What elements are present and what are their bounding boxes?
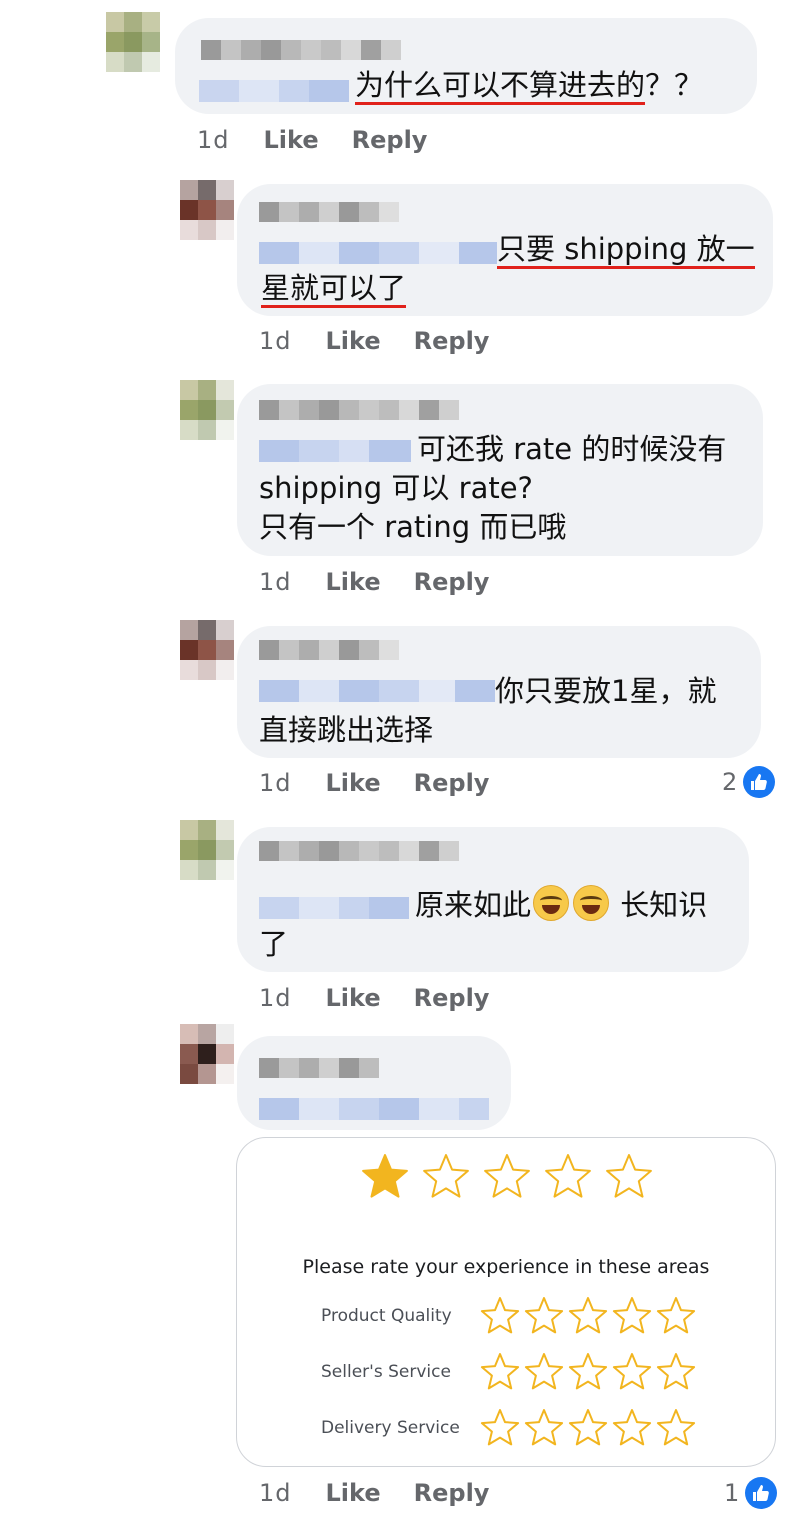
author-name-redacted[interactable] bbox=[259, 640, 399, 660]
comment-text: 你只要放1星，就 bbox=[495, 674, 717, 708]
timestamp[interactable]: 1d bbox=[259, 984, 292, 1012]
like-button[interactable]: Like bbox=[326, 984, 381, 1012]
reply-button[interactable]: Reply bbox=[414, 1479, 490, 1507]
thumbs-up-icon bbox=[743, 766, 776, 798]
comment-meta: 1d Like Reply bbox=[259, 567, 489, 597]
reply-button[interactable]: Reply bbox=[414, 769, 490, 797]
comment-bubble: 原来如此 长知识 了 bbox=[237, 827, 749, 972]
timestamp[interactable]: 1d bbox=[259, 1479, 292, 1507]
row2-star-2[interactable] bbox=[524, 1353, 564, 1390]
avatar[interactable] bbox=[180, 180, 234, 240]
timestamp[interactable]: 1d bbox=[259, 327, 292, 355]
row3-star-1[interactable] bbox=[480, 1409, 520, 1446]
row3-star-3[interactable] bbox=[568, 1409, 608, 1446]
row2-star-4[interactable] bbox=[612, 1353, 652, 1390]
reaction-count-value: 2 bbox=[722, 768, 738, 796]
comment-bubble bbox=[237, 1036, 511, 1130]
comment-bubble: 可还我 rate 的时候没有 shipping 可以 rate? 只有一个 ra… bbox=[237, 384, 763, 556]
comment-text: 原来如此 长知识 bbox=[415, 885, 707, 925]
like-button[interactable]: Like bbox=[326, 568, 381, 596]
avatar[interactable] bbox=[180, 620, 234, 680]
comment-meta: 1d Like Reply bbox=[259, 326, 489, 356]
reply-button[interactable]: Reply bbox=[414, 984, 490, 1012]
author-name-redacted[interactable] bbox=[259, 841, 459, 861]
mention-redacted[interactable] bbox=[259, 242, 497, 264]
author-name-redacted[interactable] bbox=[259, 1058, 379, 1078]
row2-star-5[interactable] bbox=[656, 1353, 696, 1390]
author-name-redacted[interactable] bbox=[201, 40, 401, 60]
row1-star-5[interactable] bbox=[656, 1297, 696, 1334]
category-rating-stars bbox=[480, 1297, 696, 1446]
comment-text: 直接跳出选择 bbox=[259, 713, 434, 747]
timestamp[interactable]: 1d bbox=[259, 769, 292, 797]
thumbs-up-icon bbox=[745, 1477, 778, 1509]
comment-text: 星就可以了 bbox=[261, 269, 407, 308]
comment-meta: 1d Like Reply bbox=[259, 1478, 489, 1508]
like-button[interactable]: Like bbox=[326, 1479, 381, 1507]
avatar[interactable] bbox=[180, 1024, 234, 1084]
mention-redacted[interactable] bbox=[259, 1098, 489, 1120]
row1-star-2[interactable] bbox=[524, 1297, 564, 1334]
reply-button[interactable]: Reply bbox=[414, 327, 490, 355]
row1-star-1[interactable] bbox=[480, 1297, 520, 1334]
reply-button[interactable]: Reply bbox=[352, 126, 428, 154]
comment-text: shipping 可以 rate? bbox=[259, 471, 533, 505]
reaction-count-value: 1 bbox=[724, 1479, 740, 1507]
like-button[interactable]: Like bbox=[264, 126, 319, 154]
grinning-squinting-face-icon bbox=[573, 885, 610, 921]
row2-star-1[interactable] bbox=[480, 1353, 520, 1390]
rating-screenshot-card[interactable]: Please rate your experience in these are… bbox=[236, 1137, 776, 1467]
mention-redacted[interactable] bbox=[259, 680, 495, 702]
like-button[interactable]: Like bbox=[326, 769, 381, 797]
author-name-redacted[interactable] bbox=[259, 400, 469, 420]
mention-redacted[interactable] bbox=[199, 80, 349, 102]
comment-text: 可还我 rate 的时候没有 bbox=[417, 432, 727, 466]
timestamp[interactable]: 1d bbox=[197, 126, 230, 154]
reply-button[interactable]: Reply bbox=[414, 568, 490, 596]
mention-redacted[interactable] bbox=[259, 440, 411, 462]
row3-star-5[interactable] bbox=[656, 1409, 696, 1446]
comment-text: 了 bbox=[259, 927, 289, 961]
reaction-count[interactable]: 1 bbox=[724, 1476, 778, 1510]
comment-text: 只有一个 rating 而已哦 bbox=[259, 510, 567, 544]
row2-star-3[interactable] bbox=[568, 1353, 608, 1390]
comment-bubble: 为什么可以不算进去的？？ bbox=[175, 18, 757, 114]
comment-text: 只要 shipping 放一 bbox=[497, 230, 755, 269]
avatar[interactable] bbox=[180, 380, 234, 440]
timestamp[interactable]: 1d bbox=[259, 568, 292, 596]
mention-redacted[interactable] bbox=[259, 897, 409, 919]
author-name-redacted[interactable] bbox=[259, 202, 399, 222]
comment-bubble: 只要 shipping 放一 星就可以了 bbox=[237, 184, 773, 316]
comment-bubble: 你只要放1星，就 直接跳出选择 bbox=[237, 626, 761, 758]
comment-text: 为什么可以不算进去的？？ bbox=[355, 66, 703, 105]
avatar[interactable] bbox=[180, 820, 234, 880]
like-button[interactable]: Like bbox=[326, 327, 381, 355]
comment-meta: 1d Like Reply bbox=[259, 983, 489, 1013]
comment-meta: 1d Like Reply bbox=[197, 125, 427, 155]
row1-star-3[interactable] bbox=[568, 1297, 608, 1334]
reaction-count[interactable]: 2 bbox=[722, 765, 776, 799]
row3-star-2[interactable] bbox=[524, 1409, 564, 1446]
grinning-squinting-face-icon bbox=[533, 885, 570, 921]
avatar[interactable] bbox=[106, 12, 160, 72]
comment-meta: 1d Like Reply bbox=[259, 768, 489, 798]
row3-star-4[interactable] bbox=[612, 1409, 652, 1446]
row1-star-4[interactable] bbox=[612, 1297, 652, 1334]
